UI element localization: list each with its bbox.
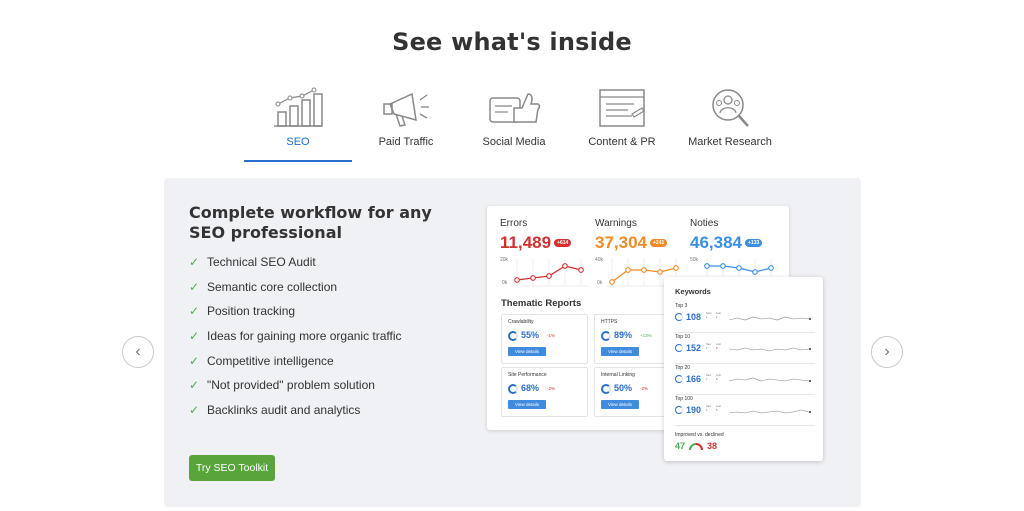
try-seo-toolkit-button[interactable]: Try SEO Toolkit xyxy=(189,455,275,481)
progress-ring-icon xyxy=(675,406,683,414)
improved-vs-declined: 47 38 xyxy=(675,441,717,451)
view-details-button[interactable]: View details xyxy=(508,347,546,356)
keyword-row: Top 20 166 New 1 Lost 8 xyxy=(675,365,815,395)
feature-item: ✓ "Not provided" problem solution xyxy=(189,378,375,393)
thematic-reports-title: Thematic Reports xyxy=(501,298,582,309)
keyword-row: Top 100 190 New 1 Lost 5 xyxy=(675,396,815,426)
progress-ring-icon xyxy=(675,375,683,383)
errors-sparkline xyxy=(511,258,589,287)
stat-errors: Errors 11,489 +614 xyxy=(500,218,592,253)
tab-market-research[interactable]: Market Research xyxy=(676,84,784,162)
keyword-row: Top 10 152 New 1 Lost 8 xyxy=(675,334,815,364)
panel-title: Complete workflow for any SEO profession… xyxy=(189,203,432,242)
feature-item: ✓ Backlinks audit and analytics xyxy=(189,402,361,417)
stat-value: 46,384 xyxy=(690,233,742,252)
report-site-performance: Site Performance 68% -2% View details xyxy=(501,367,588,417)
tab-label: Content & PR xyxy=(588,136,656,148)
checkmark-icon: ✓ xyxy=(189,402,200,417)
declined-count: 38 xyxy=(707,441,718,451)
keyword-sparkline xyxy=(729,409,811,414)
tab-content-pr[interactable]: Content & PR xyxy=(568,84,676,162)
document-window-icon xyxy=(599,89,645,127)
progress-ring-icon xyxy=(601,384,611,394)
axis-tick: 0k xyxy=(502,280,508,286)
checkmark-icon: ✓ xyxy=(189,329,200,344)
checkmark-icon: ✓ xyxy=(189,353,200,368)
keyword-sparkline xyxy=(729,316,811,321)
tab-paid-traffic[interactable]: Paid Traffic xyxy=(352,84,460,162)
feature-item: ✓ Technical SEO Audit xyxy=(189,255,316,270)
axis-tick: 20k xyxy=(500,257,509,263)
view-details-button[interactable]: View details xyxy=(601,347,639,356)
view-details-button[interactable]: View details xyxy=(508,400,546,409)
axis-tick: 40k xyxy=(595,257,604,263)
tab-label: Market Research xyxy=(688,136,772,148)
magnifier-people-icon xyxy=(712,89,749,127)
tab-label: Paid Traffic xyxy=(378,136,434,148)
keyword-row: Top 3 108 New 1 Lost 1 xyxy=(675,303,815,333)
carousel-next-button[interactable]: › xyxy=(871,336,903,368)
keyword-sparkline xyxy=(729,377,811,382)
stat-badge: +241 xyxy=(650,239,668,247)
feature-item: ✓ Semantic core collection xyxy=(189,279,338,294)
progress-ring-icon xyxy=(508,384,518,394)
checkmark-icon: ✓ xyxy=(189,304,200,319)
feature-item: ✓ Ideas for gaining more organic traffic xyxy=(189,329,402,344)
active-tab-indicator xyxy=(244,160,352,162)
bar-chart-icon xyxy=(274,87,323,127)
stat-badge: +614 xyxy=(554,239,572,247)
stat-value: 11,489 xyxy=(500,233,552,252)
keywords-title: Keywords xyxy=(675,287,711,296)
keyword-sparkline xyxy=(729,347,811,352)
stat-noties: Noties 46,384 +133 xyxy=(690,218,782,253)
checkmark-icon: ✓ xyxy=(189,279,200,294)
feature-item: ✓ Competitive intelligence xyxy=(189,353,334,368)
stat-warnings: Warnings 37,304 +241 xyxy=(595,218,687,253)
tab-seo[interactable]: SEO xyxy=(244,84,352,162)
progress-ring-icon xyxy=(508,331,518,341)
report-crawlability: Crawlability 55% -1% View details xyxy=(501,314,588,364)
improved-count: 47 xyxy=(675,441,686,451)
megaphone-icon xyxy=(383,92,429,127)
feature-list: ✓ Technical SEO Audit ✓ Semantic core coll… xyxy=(189,250,402,422)
chevron-right-icon: › xyxy=(884,343,890,360)
gauge-icon xyxy=(689,443,704,451)
progress-ring-icon xyxy=(675,313,683,321)
carousel-prev-button[interactable]: ‹ xyxy=(122,336,154,368)
keywords-card: Keywords Top 3 108 New 1 Lost 1 Top 10 152… xyxy=(664,277,823,461)
tab-social-media[interactable]: Social Media xyxy=(460,84,568,162)
feature-item: ✓ Position tracking xyxy=(189,304,296,319)
thumbs-up-icon xyxy=(489,93,541,123)
view-details-button[interactable]: View details xyxy=(601,400,639,409)
checkmark-icon: ✓ xyxy=(189,378,200,393)
tab-label: SEO xyxy=(286,136,310,148)
chevron-left-icon: ‹ xyxy=(135,343,141,360)
stat-badge: +133 xyxy=(745,239,763,247)
axis-tick: 50k xyxy=(690,257,699,263)
progress-ring-icon xyxy=(601,331,611,341)
page-title: See what's inside xyxy=(392,28,632,56)
axis-tick: 0k xyxy=(597,280,603,286)
improved-vs-declined-label: Improved vs. declined xyxy=(675,432,724,438)
progress-ring-icon xyxy=(675,344,683,352)
category-tabs: SEO Paid Traffic Social Media Content & … xyxy=(244,84,784,164)
tab-label: Social Media xyxy=(482,136,546,148)
stat-value: 37,304 xyxy=(595,233,647,252)
checkmark-icon: ✓ xyxy=(189,255,200,270)
